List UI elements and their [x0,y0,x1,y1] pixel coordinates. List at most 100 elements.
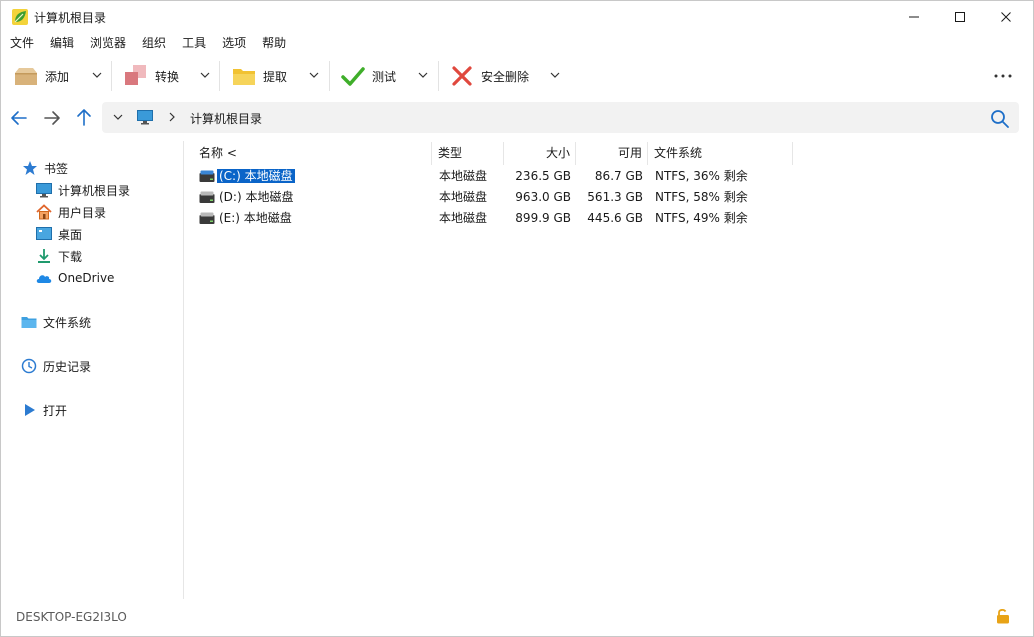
sidebar-item-computer[interactable]: 计算机根目录 [36,180,130,200]
sidebar-item-label: 计算机根目录 [58,183,131,198]
sidebar-bookmarks[interactable]: 书签 [22,158,68,178]
green-leaf-icon [12,9,28,25]
table-row[interactable]: (C:) 本地磁盘 本地磁盘 236.5 GB 86.7 GB NTFS, 36… [192,166,792,187]
menu-browser[interactable]: 浏览器 [81,33,133,53]
toolbar-divider [438,61,439,91]
close-button[interactable] [983,1,1029,33]
row-size: 236.5 GB [515,169,571,183]
title-bar: 计算机根目录 [1,1,1033,33]
add-button[interactable]: 添加 [14,55,69,97]
secure-delete-button[interactable]: 安全删除 [450,55,529,97]
table-row[interactable]: (D:) 本地磁盘 本地磁盘 963.0 GB 561.3 GB NTFS, 5… [192,187,792,208]
toolbar: 添加 转换 提取 测试 安全删除 [1,55,1033,97]
sidebar-bookmarks-label: 书签 [44,161,69,176]
row-name[interactable]: (E:) 本地磁盘 [219,208,292,229]
column-filesystem-label: 文件系统 [654,146,703,160]
column-header-name[interactable]: 名称 < [192,142,432,165]
row-size: 963.0 GB [515,190,571,204]
test-label: 测试 [372,69,397,84]
chevron-right-icon [169,112,175,122]
menu-file[interactable]: 文件 [1,33,41,53]
sidebar-filesystem[interactable]: 文件系统 [21,312,91,332]
sidebar-open[interactable]: 打开 [21,400,67,420]
sidebar-item-label: 用户目录 [58,205,107,220]
up-arrow-icon[interactable] [73,107,95,129]
row-free: 445.6 GB [587,211,643,225]
sidebar-item-desktop[interactable]: 桌面 [36,224,82,244]
row-free: 86.7 GB [594,169,643,183]
delete-x-icon [452,66,472,86]
column-name-label: 名称 < [199,146,237,160]
row-type: 本地磁盘 [439,169,488,183]
sidebar-item-label: OneDrive [58,271,115,285]
sidebar-open-label: 打开 [43,403,68,418]
menu-help[interactable]: 帮助 [253,33,293,53]
unlocked-padlock-icon[interactable] [996,608,1010,624]
convert-dropdown-icon[interactable] [198,68,212,82]
convert-icon [125,65,146,85]
sidebar-history[interactable]: 历史记录 [21,356,91,376]
toolbar-divider [111,61,112,91]
secure-delete-label: 安全删除 [481,69,530,84]
sidebar: 书签 计算机根目录 用户目录 桌面 下载 OneDrive 文件系统 历史记录 … [1,141,184,599]
hard-drive-icon [199,212,215,224]
column-header-size[interactable]: 大小 [504,142,576,165]
menu-organize[interactable]: 组织 [133,33,173,53]
back-arrow-icon[interactable] [9,107,31,129]
computer-icon [137,110,153,125]
play-arrow-icon [25,404,35,416]
sidebar-item-label: 下载 [58,249,83,264]
search-icon[interactable] [990,109,1010,129]
convert-label: 转换 [155,69,180,84]
add-dropdown-icon[interactable] [90,68,104,82]
sidebar-item-onedrive[interactable]: OneDrive [36,268,114,288]
computer-icon [36,183,52,198]
sidebar-filesystem-label: 文件系统 [43,315,92,330]
minimize-button[interactable] [891,1,937,33]
secure-delete-dropdown-icon[interactable] [548,68,562,82]
history-clock-icon [21,358,37,374]
row-filesystem: NTFS, 49% 剩余 [655,211,748,225]
extract-dropdown-icon[interactable] [307,68,321,82]
menu-edit[interactable]: 编辑 [41,33,81,53]
test-button[interactable]: 测试 [341,55,396,97]
desktop-icon [36,227,52,240]
column-header-filesystem[interactable]: 文件系统 [648,142,793,165]
checkmark-icon [341,67,365,86]
row-type: 本地磁盘 [439,211,488,225]
convert-button[interactable]: 转换 [124,55,179,97]
download-icon [38,249,50,263]
window-title: 计算机根目录 [34,11,107,25]
sidebar-item-user-home[interactable]: 用户目录 [36,202,106,222]
sidebar-item-label: 桌面 [58,227,83,242]
close-icon [1001,12,1011,22]
row-type: 本地磁盘 [439,190,488,204]
row-name[interactable]: (D:) 本地磁盘 [219,187,293,208]
column-header-free[interactable]: 可用 [576,142,648,165]
maximize-button[interactable] [937,1,983,33]
address-bar[interactable]: 计算机根目录 [102,102,1019,133]
address-path[interactable]: 计算机根目录 [190,110,262,127]
extract-button[interactable]: 提取 [232,55,287,97]
forward-arrow-icon[interactable] [41,107,63,129]
file-list: 名称 < 类型 大小 可用 文件系统 (C:) 本地磁盘 本地磁盘 236.5 … [192,142,1033,598]
cloud-icon [36,275,52,283]
star-icon [23,161,37,175]
chevron-down-icon[interactable] [112,111,124,123]
column-type-label: 类型 [438,146,463,160]
hard-drive-icon [199,170,215,182]
test-dropdown-icon[interactable] [416,68,430,82]
menu-options[interactable]: 选项 [213,33,253,53]
table-row[interactable]: (E:) 本地磁盘 本地磁盘 899.9 GB 445.6 GB NTFS, 4… [192,208,792,229]
sidebar-item-downloads[interactable]: 下载 [36,246,82,266]
hard-drive-icon [199,191,215,203]
column-size-label: 大小 [545,146,570,160]
more-options-icon[interactable] [993,69,1013,83]
toolbar-divider [329,61,330,91]
menu-tools[interactable]: 工具 [173,33,213,53]
minimize-icon [909,16,919,18]
column-header-type[interactable]: 类型 [432,142,504,165]
row-filesystem: NTFS, 36% 剩余 [655,169,748,183]
add-label: 添加 [45,69,70,84]
row-name-text[interactable]: (C:) 本地磁盘 [216,168,296,184]
